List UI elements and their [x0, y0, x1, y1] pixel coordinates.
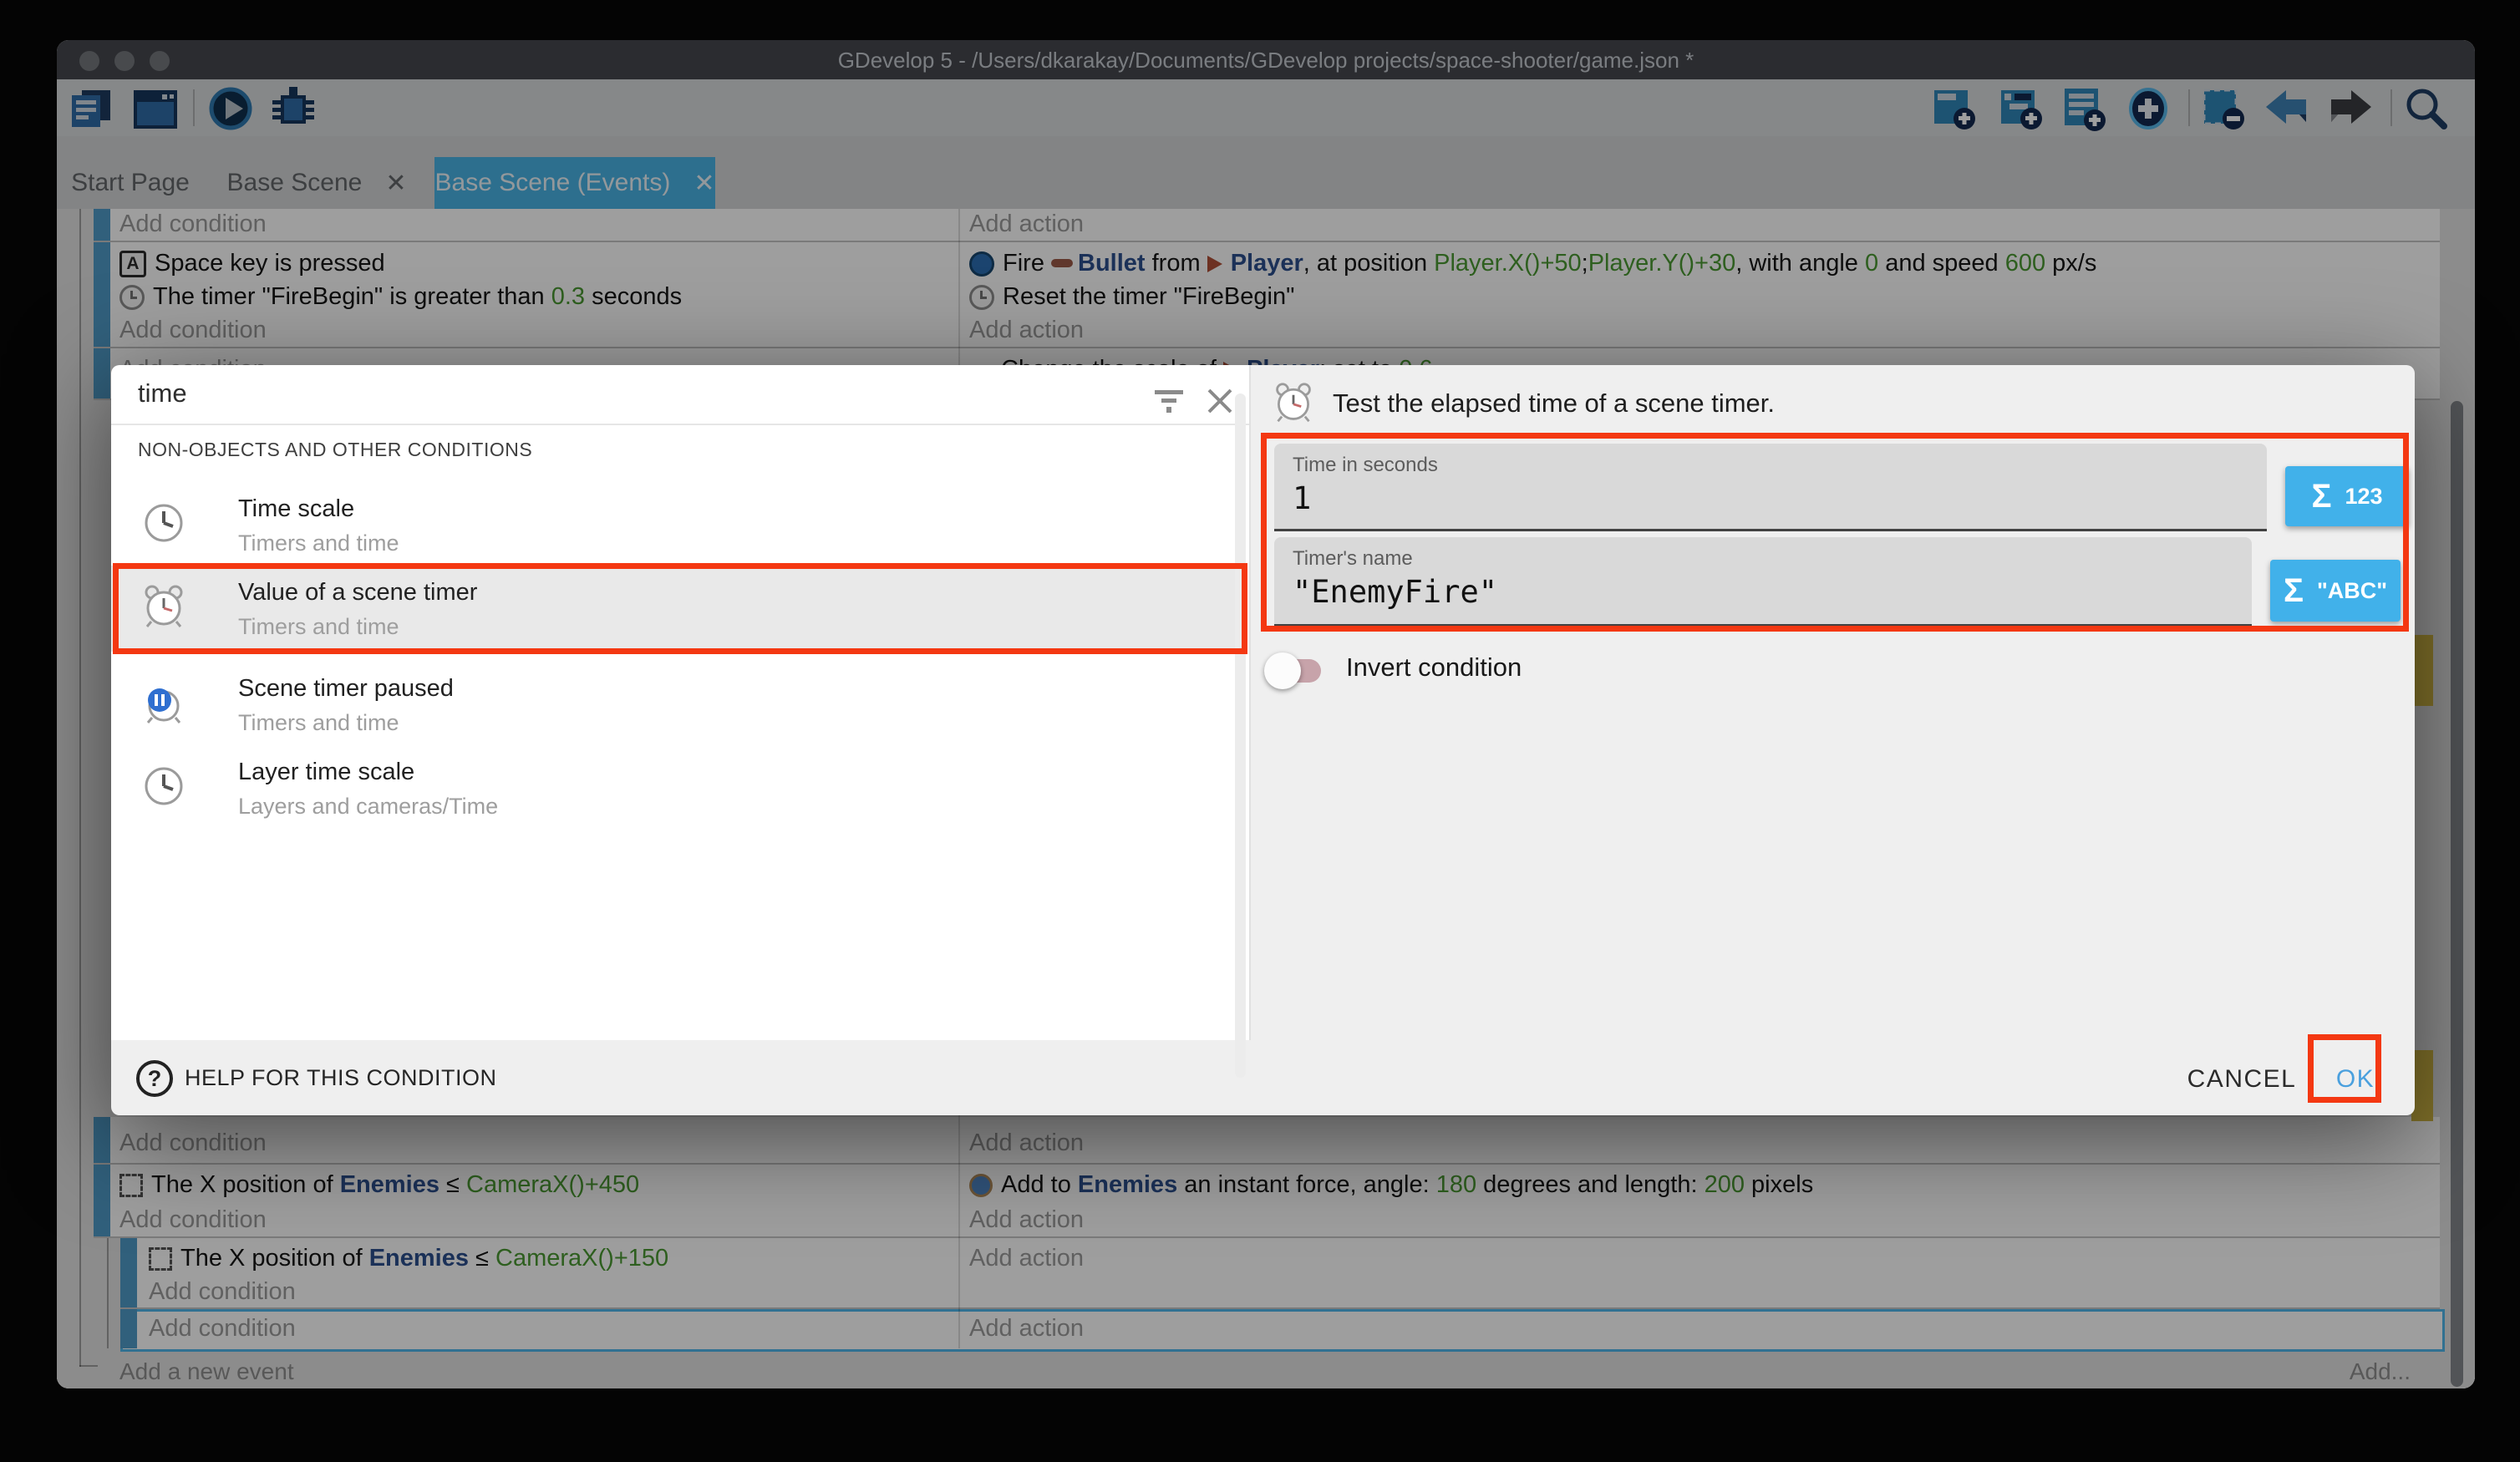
search-input[interactable]: time: [138, 378, 187, 409]
toggle-thumb[interactable]: [1264, 652, 1301, 689]
invert-condition-label: Invert condition: [1346, 652, 1522, 683]
screen: GDevelop 5 - /Users/dkarakay/Documents/G…: [0, 0, 2520, 1462]
filter-icon[interactable]: [1153, 387, 1186, 423]
annotation-ok-button: [2308, 1034, 2381, 1103]
condition-description: Test the elapsed time of a scene timer.: [1333, 388, 1775, 419]
annotation-parameter-fields: [1261, 433, 2409, 632]
list-item-scene-timer-paused[interactable]: Scene timer paused Timers and time: [111, 662, 1235, 745]
list-item-layer-time-scale[interactable]: Layer time scale Layers and cameras/Time: [111, 745, 1235, 829]
help-link[interactable]: HELP FOR THIS CONDITION: [185, 1065, 497, 1091]
divider: [111, 424, 1249, 425]
annotation-selected-condition: [113, 563, 1247, 654]
invert-condition-toggle[interactable]: [1268, 659, 1321, 683]
condition-picker-dialog: time NON-OBJECTS AND OTHER CONDITIONS Ti…: [111, 365, 2415, 1115]
list-item-time-scale[interactable]: Time scale Timers and time: [111, 482, 1235, 566]
alarm-clock-icon: [1273, 382, 1314, 428]
footer-row: ? HELP FOR THIS CONDITION CANCEL OK: [111, 1040, 2415, 1115]
help-icon[interactable]: ?: [136, 1060, 173, 1097]
close-icon[interactable]: [1202, 383, 1237, 423]
clock-icon: [141, 764, 186, 813]
section-header: NON-OBJECTS AND OTHER CONDITIONS: [138, 439, 532, 461]
clock-icon: [141, 500, 186, 550]
cancel-button[interactable]: CANCEL: [2175, 1065, 2309, 1094]
pause-timer-icon: [141, 680, 186, 729]
panel-divider: [1249, 365, 1251, 1040]
list-scrollbar[interactable]: [1235, 393, 1246, 1078]
